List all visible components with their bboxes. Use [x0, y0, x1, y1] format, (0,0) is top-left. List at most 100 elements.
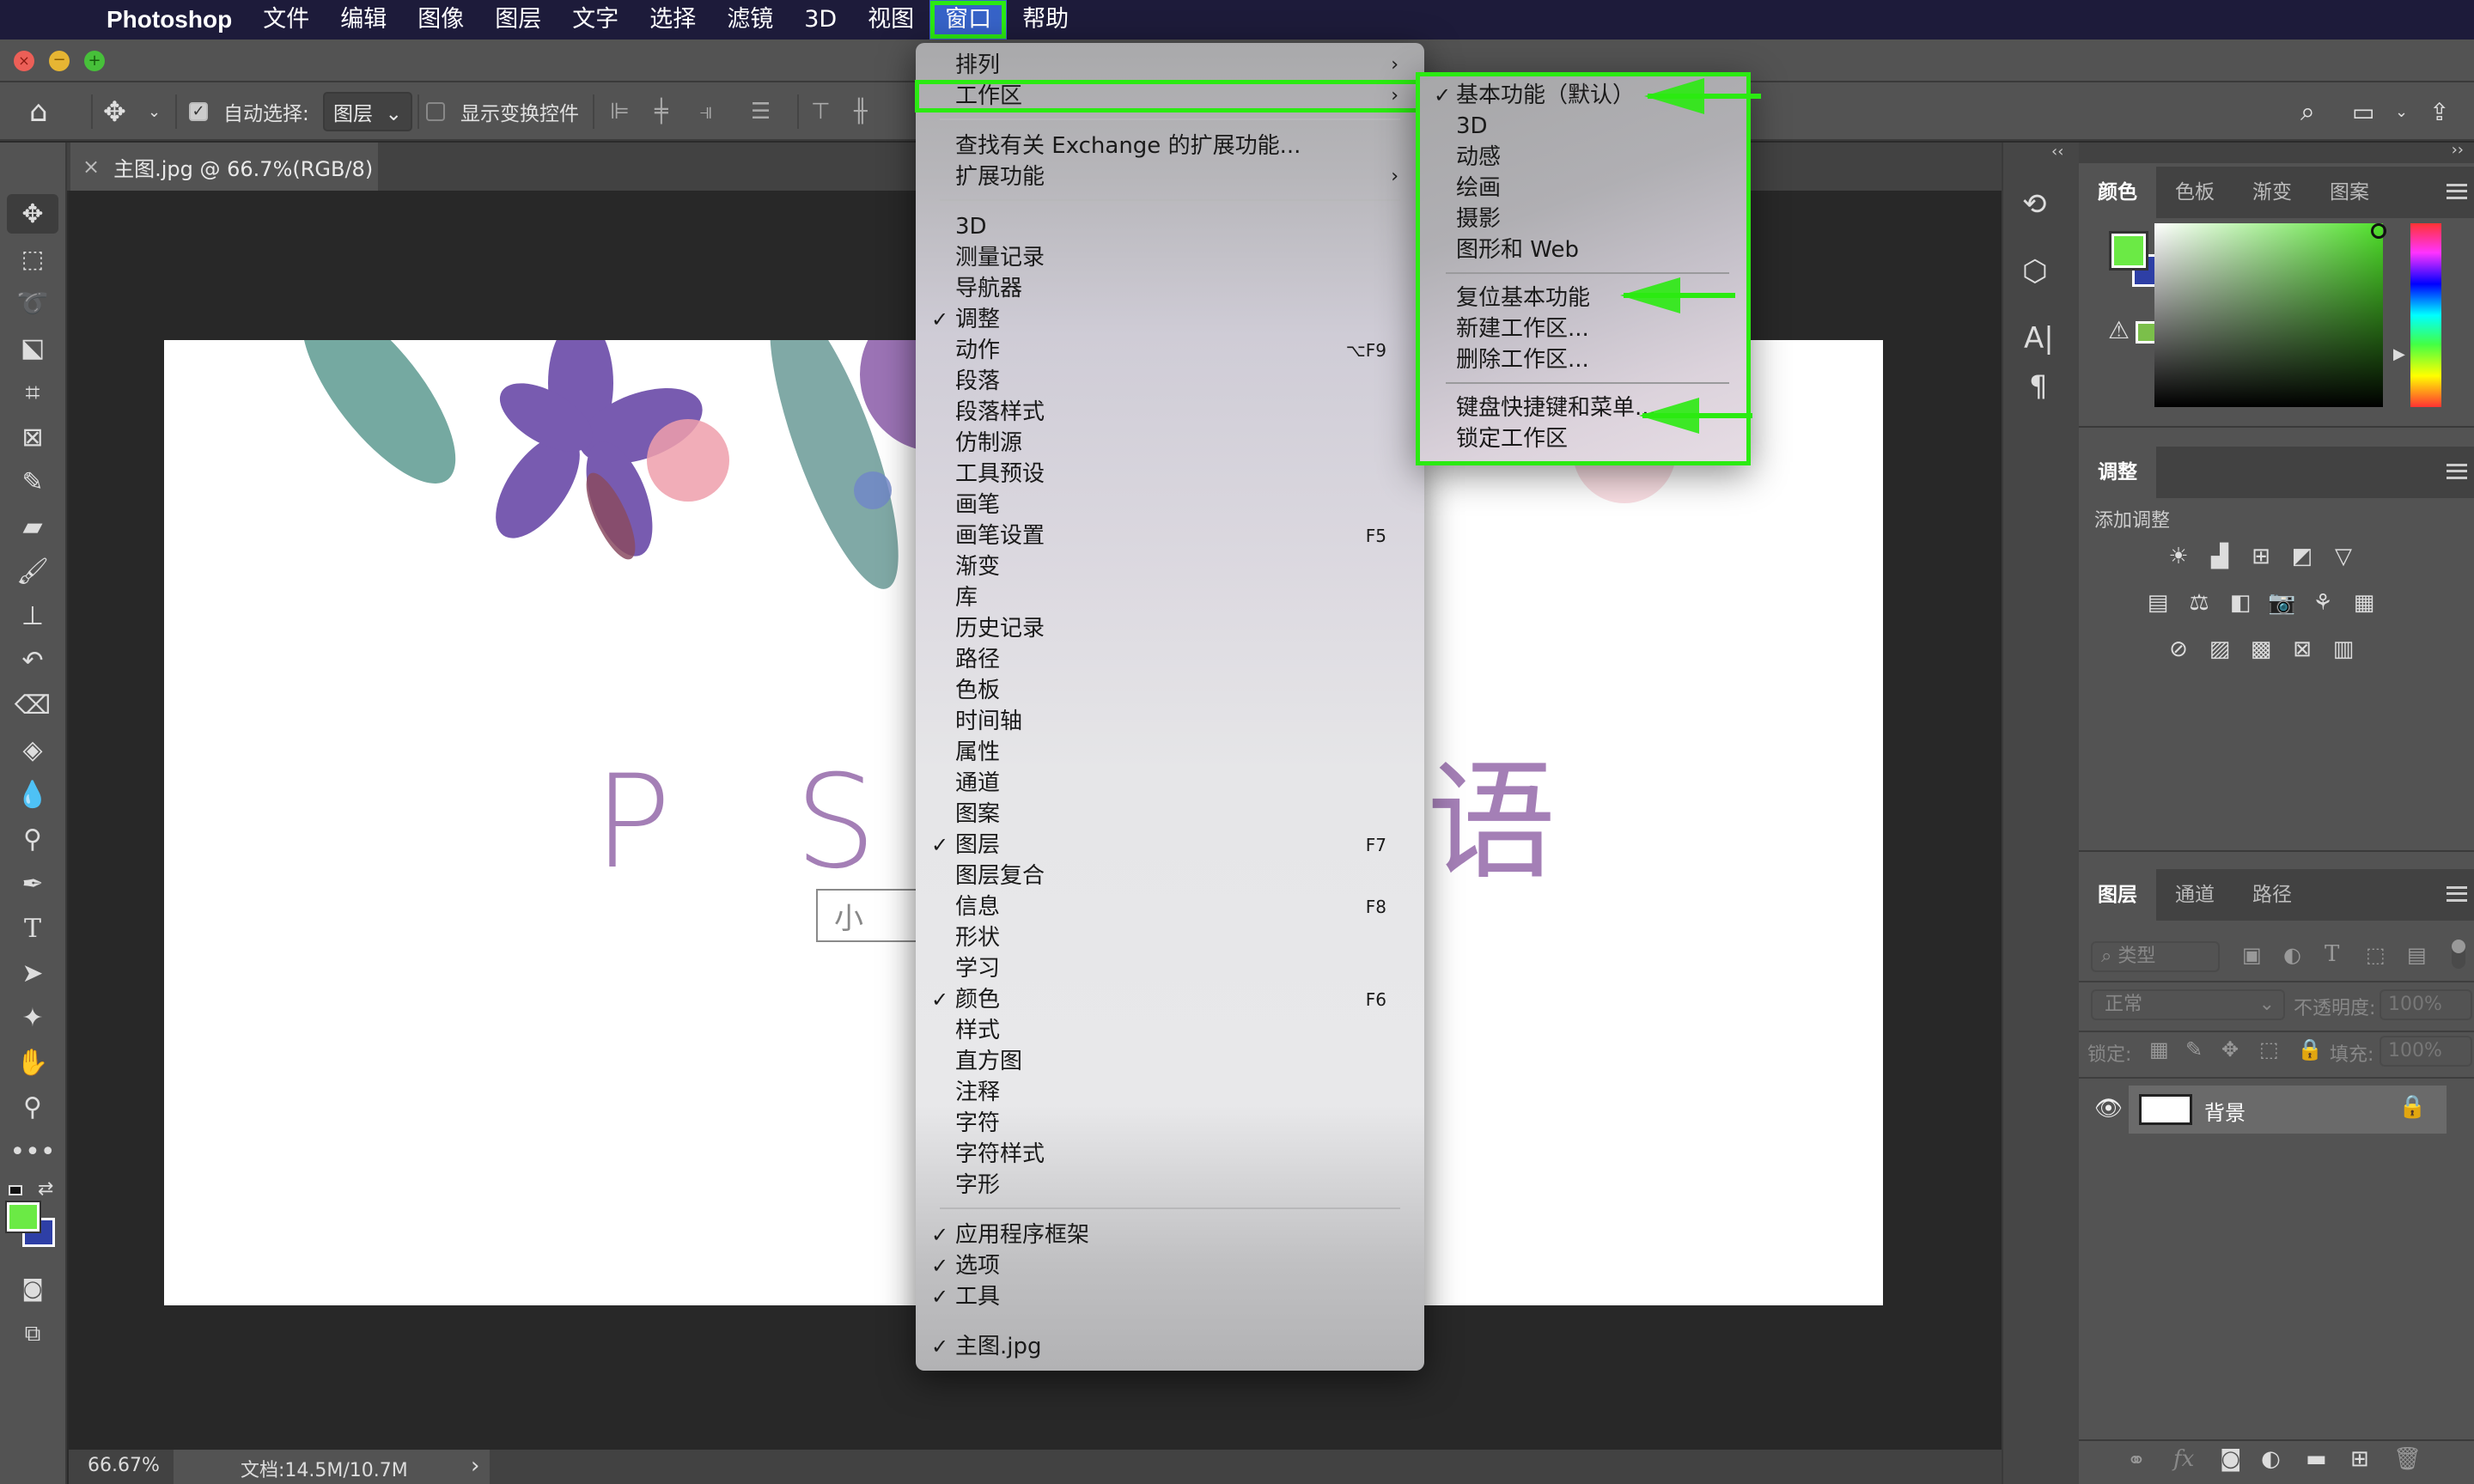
hue-saturation-icon[interactable]: ▤ — [2144, 591, 2172, 615]
window-menu-item[interactable]: 通道 — [916, 768, 1424, 799]
expand-dock-icon[interactable]: ›› — [2452, 141, 2464, 159]
paragraph-panel-icon[interactable]: ¶ — [2029, 369, 2048, 404]
window-menu-item[interactable]: 直方图 — [916, 1046, 1424, 1077]
window-menu-item[interactable]: 扩展功能 › — [916, 161, 1424, 192]
filter-type-icon[interactable]: T — [2325, 941, 2339, 967]
window-menu-item[interactable]: 样式 — [916, 1015, 1424, 1046]
blur-tool-icon[interactable]: 💧 — [7, 775, 58, 814]
new-group-icon[interactable]: ▬ — [2306, 1446, 2327, 1472]
selective-color-icon[interactable]: ⊠ — [2288, 637, 2316, 661]
window-menu-item[interactable]: 查找有关 Exchange 的扩展功能... — [916, 131, 1424, 161]
lock-position-icon[interactable]: ✥ — [2221, 1037, 2239, 1061]
window-menu-item[interactable]: 图层复合 — [916, 861, 1424, 891]
character-panel-icon[interactable]: A| — [2024, 321, 2054, 356]
black-white-icon[interactable]: ◧ — [2227, 591, 2254, 615]
window-menu-item[interactable]: 段落 — [916, 366, 1424, 397]
color-panel-menu-icon[interactable] — [2447, 184, 2467, 199]
color-picker-field[interactable] — [2154, 223, 2383, 407]
object-select-tool-icon[interactable]: ⬕ — [7, 328, 58, 368]
dodge-tool-icon[interactable]: ⚲ — [7, 819, 58, 859]
menu-filter[interactable]: 滤镜 — [711, 0, 789, 40]
layer-row[interactable]: 背景 🔒 — [2129, 1086, 2447, 1134]
window-menu-item[interactable]: ✓ 颜色 F6 — [916, 984, 1424, 1015]
workspace-menu-item[interactable]: 新建工作区... — [1420, 313, 1746, 344]
opacity-input[interactable]: 100% — [2380, 989, 2472, 1020]
tab-gradients[interactable]: 渐变 — [2233, 167, 2311, 218]
window-menu-item[interactable]: 测量记录 — [916, 242, 1424, 273]
workspace-layout-icon[interactable]: ▭ — [2352, 82, 2374, 141]
window-menu-item[interactable]: 3D — [916, 211, 1424, 242]
window-menu-item[interactable]: 字符 — [916, 1108, 1424, 1139]
eyedropper-tool-icon[interactable]: ✎ — [7, 462, 58, 502]
layer-filter-dropdown[interactable]: ⌕ 类型 — [2091, 941, 2220, 972]
app-menu-photoshop[interactable]: Photoshop — [91, 0, 247, 40]
color-balance-icon[interactable]: ⚖ — [2185, 591, 2213, 615]
history-panel-icon[interactable]: ⟲ — [2022, 187, 2047, 222]
tab-adjustments[interactable]: 调整 — [2079, 447, 2156, 498]
share-icon[interactable]: ⇪ — [2429, 82, 2449, 141]
show-transform-checkbox[interactable] — [426, 82, 445, 141]
window-menu-item[interactable]: 工具预设 — [916, 459, 1424, 490]
crop-tool-icon[interactable]: ⌗ — [7, 373, 58, 412]
marquee-tool-icon[interactable]: ⬚ — [7, 239, 58, 278]
tab-color[interactable]: 颜色 — [2079, 167, 2156, 218]
menu-window[interactable]: 窗口 — [929, 0, 1008, 40]
layer-visibility-eye-icon[interactable]: 👁 — [2094, 1096, 2123, 1122]
minimize-window-button[interactable]: − — [49, 51, 70, 71]
close-window-button[interactable]: × — [14, 51, 34, 71]
align-top-icon[interactable]: ⊤ — [811, 82, 831, 141]
window-menu-item[interactable]: 色板 — [916, 675, 1424, 706]
default-colors-icon[interactable] — [9, 1185, 22, 1195]
tool-preset-chevron-icon[interactable]: ⌄ — [148, 82, 161, 141]
move-tool-icon[interactable]: ✥ — [7, 194, 58, 234]
new-adjustment-layer-icon[interactable]: ◐ — [2261, 1446, 2281, 1472]
window-menu-item[interactable]: 形状 — [916, 922, 1424, 953]
hue-slider-handle-icon[interactable]: ▶ — [2393, 345, 2405, 363]
tab-patterns[interactable]: 图案 — [2311, 167, 2388, 218]
exposure-icon[interactable]: ◩ — [2288, 544, 2316, 569]
foreground-color-swatch[interactable] — [5, 1201, 41, 1233]
levels-icon[interactable]: ▟ — [2206, 544, 2233, 569]
new-layer-icon[interactable]: ⊞ — [2350, 1446, 2369, 1472]
healing-brush-tool-icon[interactable]: ▰ — [7, 507, 58, 546]
menu-layer[interactable]: 图层 — [479, 0, 557, 40]
menu-3d[interactable]: 3D — [789, 0, 852, 40]
menu-file[interactable]: 文件 — [247, 0, 325, 40]
tab-layers[interactable]: 图层 — [2079, 869, 2156, 921]
layer-lock-icon[interactable]: 🔒 — [2398, 1094, 2426, 1120]
align-left-icon[interactable]: ⊫ — [610, 82, 630, 141]
pen-tool-icon[interactable]: ✒ — [7, 864, 58, 903]
zoom-level[interactable]: 66.67% — [88, 1455, 160, 1476]
brightness-contrast-icon[interactable]: ☀ — [2165, 544, 2192, 569]
workspace-menu-item[interactable]: 动感 — [1420, 142, 1746, 173]
window-menu-item[interactable]: ✓ 主图.jpg — [916, 1331, 1424, 1362]
window-menu-item[interactable]: ✓ 应用程序框架 — [916, 1219, 1424, 1250]
window-menu-item[interactable]: 注释 — [916, 1077, 1424, 1108]
window-menu-item[interactable]: 仿制源 — [916, 428, 1424, 459]
lock-all-icon[interactable]: 🔒 — [2297, 1037, 2323, 1061]
hue-slider[interactable] — [2410, 223, 2441, 407]
filter-pixel-icon[interactable]: ▣ — [2242, 943, 2262, 967]
menu-select[interactable]: 选择 — [634, 0, 711, 40]
path-select-tool-icon[interactable]: ➤ — [7, 953, 58, 993]
window-menu-item[interactable]: 图案 — [916, 799, 1424, 830]
window-menu-item[interactable]: 字符样式 — [916, 1139, 1424, 1170]
lock-artboard-icon[interactable]: ⬚ — [2259, 1037, 2279, 1061]
delete-layer-icon[interactable]: 🗑 — [2393, 1446, 2422, 1472]
history-brush-tool-icon[interactable]: ↶ — [7, 641, 58, 680]
workspace-menu-item[interactable]: 3D — [1420, 111, 1746, 142]
workspace-menu-item[interactable]: 摄影 — [1420, 204, 1746, 234]
photo-filter-icon[interactable]: 📷 — [2268, 591, 2295, 615]
window-menu-item[interactable]: 学习 — [916, 953, 1424, 984]
window-menu-item[interactable]: ✓ 工具 — [916, 1281, 1424, 1312]
home-icon[interactable]: ⌂ — [29, 82, 48, 141]
3d-panel-icon[interactable]: ⬡ — [2022, 254, 2048, 289]
type-tool-icon[interactable]: T — [7, 909, 58, 948]
window-menu-item[interactable]: 画笔 — [916, 490, 1424, 520]
tab-swatches[interactable]: 色板 — [2156, 167, 2233, 218]
window-menu-item[interactable]: 库 — [916, 582, 1424, 613]
frame-tool-icon[interactable]: ⊠ — [7, 417, 58, 457]
layer-style-fx-icon[interactable]: fx — [2173, 1446, 2194, 1472]
distribute-icon[interactable]: ☰ — [751, 82, 771, 141]
edit-toolbar-icon[interactable]: ••• — [7, 1132, 58, 1171]
